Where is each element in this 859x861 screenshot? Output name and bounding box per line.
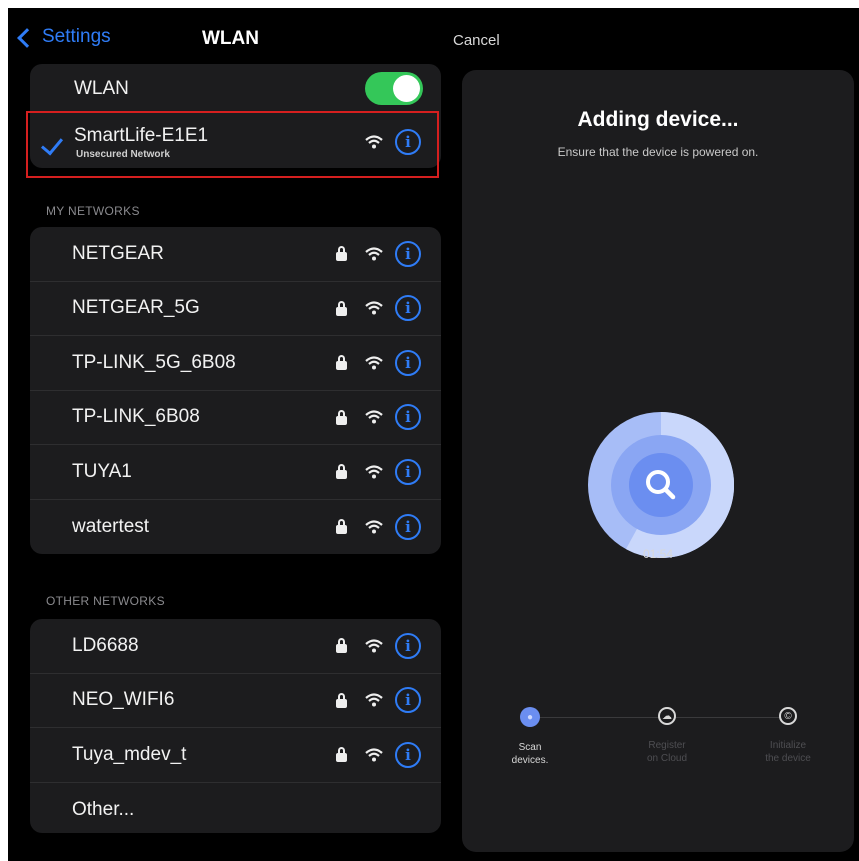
other-network-row[interactable]: Other... — [30, 783, 441, 834]
step-label: Scan devices. — [511, 742, 549, 766]
network-row[interactable]: TP-LINK_5G_6B08 i — [30, 336, 441, 391]
lock-icon — [336, 464, 347, 480]
my-networks-header: MY NETWORKS — [46, 204, 140, 218]
network-row[interactable]: Tuya_mdev_t i — [30, 728, 441, 783]
lock-icon — [336, 692, 347, 708]
connected-network-subtitle: Unsecured Network — [76, 149, 170, 160]
wifi-icon — [365, 520, 383, 534]
network-name: LD6688 — [72, 634, 139, 656]
network-row[interactable]: LD6688 i — [30, 619, 441, 674]
wifi-icon — [365, 135, 383, 149]
network-name: Tuya_mdev_t — [72, 743, 187, 765]
wlan-toggle-label: WLAN — [74, 78, 129, 99]
wifi-icon — [365, 465, 383, 479]
step-label: Initialize the device — [765, 740, 811, 764]
info-icon[interactable]: i — [395, 295, 421, 322]
info-icon[interactable]: i — [395, 129, 421, 155]
lock-icon — [336, 355, 347, 371]
lock-icon — [336, 519, 347, 535]
connected-network-row[interactable]: SmartLife-E1E1 Unsecured Network i — [30, 116, 441, 168]
checkmark-icon — [40, 132, 64, 156]
wlan-toggle[interactable] — [365, 72, 423, 105]
other-network-label: Other... — [72, 798, 135, 820]
add-device-panel: Cancel Adding device... Ensure that the … — [445, 8, 859, 861]
network-name: TUYA1 — [72, 460, 132, 482]
network-row[interactable]: NETGEAR_5G i — [30, 282, 441, 336]
network-row[interactable]: TP-LINK_6B08 i — [30, 391, 441, 445]
adding-device-title: Adding device... — [577, 108, 739, 131]
lock-icon — [336, 638, 347, 654]
network-name: NETGEAR_5G — [72, 297, 200, 319]
wlan-group: WLAN SmartLife-E1E1 Unsecured Network i — [30, 64, 441, 168]
page-title: WLAN — [202, 28, 259, 49]
lock-icon — [336, 246, 347, 262]
lock-icon — [336, 409, 347, 425]
toggle-knob — [393, 75, 420, 102]
my-networks-list: NETGEAR i NETGEAR_5G i TP-LINK_5G_6B08 i TP-LI… — [30, 227, 441, 554]
countdown-timer: 01:54 — [642, 547, 674, 561]
info-icon[interactable]: i — [395, 240, 421, 267]
wifi-icon — [365, 247, 383, 261]
cancel-button[interactable]: Cancel — [453, 32, 500, 49]
wlan-settings-panel: Settings WLAN WLAN SmartLife-E1E1 Unsecu… — [8, 8, 445, 861]
scanning-radar — [588, 412, 734, 558]
other-networks-list: LD6688 i NEO_WIFI6 i Tuya_mdev_t i Other... — [30, 619, 441, 833]
info-icon[interactable]: i — [395, 458, 421, 485]
network-name: watertest — [72, 515, 150, 537]
info-icon[interactable]: i — [395, 741, 421, 768]
c-icon: © — [779, 707, 797, 725]
screenshot-frame: Settings WLAN WLAN SmartLife-E1E1 Unsecu… — [8, 8, 859, 861]
wifi-icon — [365, 693, 383, 707]
network-row[interactable]: NETGEAR i — [30, 227, 441, 282]
wifi-icon — [365, 639, 383, 653]
info-icon[interactable]: i — [395, 349, 421, 376]
network-row[interactable]: NEO_WIFI6 i — [30, 674, 441, 728]
info-icon[interactable]: i — [395, 404, 421, 431]
other-networks-header: OTHER NETWORKS — [46, 594, 165, 608]
wlan-toggle-row: WLAN — [30, 64, 441, 116]
wifi-icon — [365, 410, 383, 424]
network-name: TP-LINK_5G_6B08 — [72, 351, 236, 373]
adding-device-subtitle: Ensure that the device is powered on. — [557, 145, 759, 159]
network-name: TP-LINK_6B08 — [72, 406, 200, 428]
lock-icon — [336, 300, 347, 316]
info-icon[interactable]: i — [395, 687, 421, 714]
nav-bar: Settings WLAN — [8, 8, 445, 64]
connected-network-name: SmartLife-E1E1 — [74, 125, 209, 146]
network-name: NETGEAR — [72, 242, 164, 264]
network-row[interactable]: watertest i — [30, 500, 441, 555]
search-icon: ● — [520, 707, 540, 727]
lock-icon — [336, 747, 347, 763]
network-row[interactable]: TUYA1 i — [30, 445, 441, 500]
wifi-icon — [365, 748, 383, 762]
add-device-card: Adding device... Ensure that the device … — [462, 70, 854, 852]
info-icon[interactable]: i — [395, 632, 421, 659]
info-icon[interactable]: i — [395, 513, 421, 540]
step-scan-devices: ● Scan devices. — [485, 706, 575, 767]
network-name: NEO_WIFI6 — [72, 689, 175, 711]
progress-steps: ● Scan devices. ☁ Register on Cloud © In… — [462, 706, 854, 776]
step-initialize-device: © Initialize the device — [743, 706, 833, 765]
step-label: Register on Cloud — [646, 740, 688, 764]
wifi-icon — [365, 356, 383, 370]
cloud-icon: ☁ — [658, 707, 676, 725]
step-register-cloud: ☁ Register on Cloud — [622, 706, 712, 765]
wifi-icon — [365, 301, 383, 315]
